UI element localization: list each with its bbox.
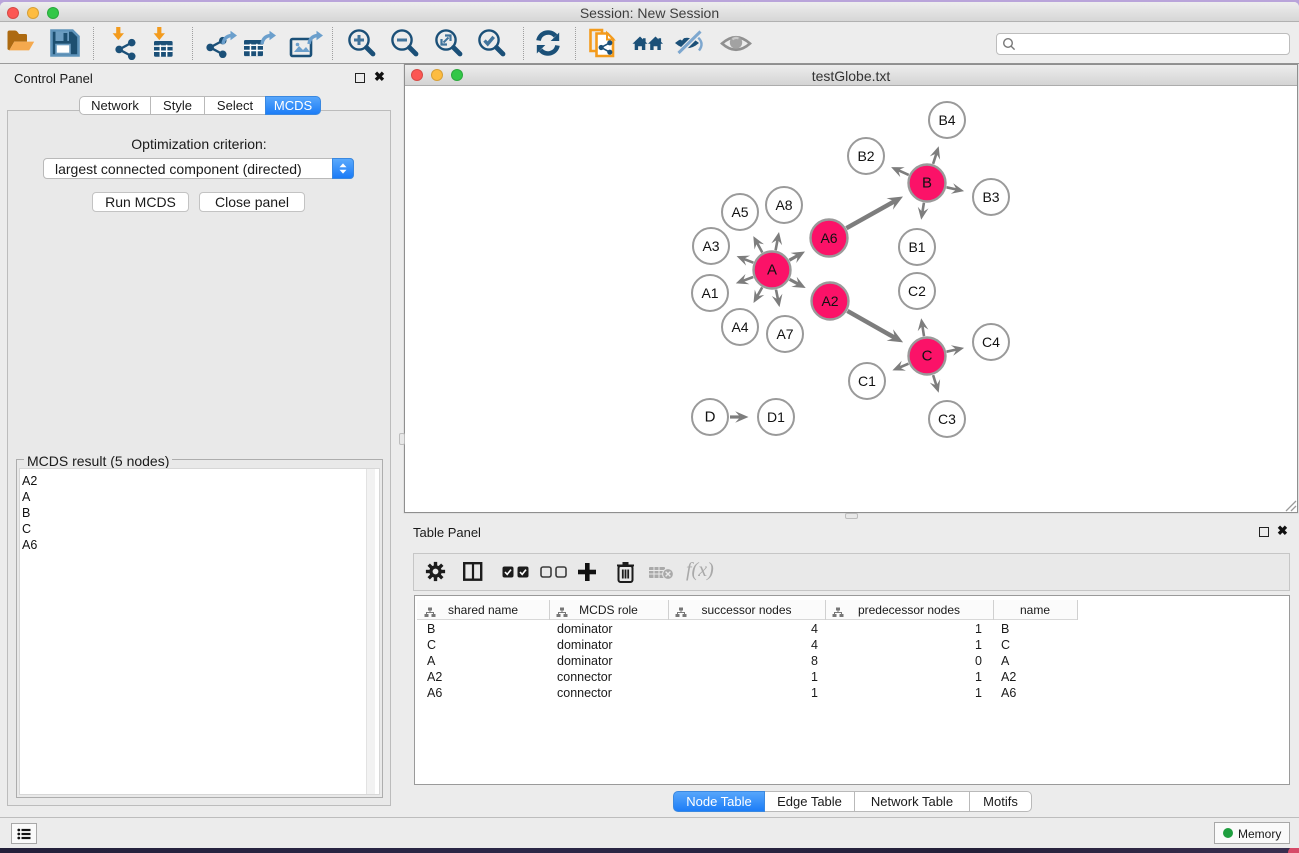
svg-text:A2: A2 <box>821 293 838 309</box>
svg-text:C3: C3 <box>938 411 956 427</box>
svg-text:B: B <box>922 175 932 192</box>
svg-text:C4: C4 <box>982 334 1000 350</box>
svg-text:A3: A3 <box>702 238 719 254</box>
svg-text:C1: C1 <box>858 373 876 389</box>
svg-text:A8: A8 <box>775 197 792 213</box>
svg-text:B1: B1 <box>908 239 925 255</box>
svg-text:A4: A4 <box>731 319 748 335</box>
svg-text:A: A <box>767 262 777 279</box>
svg-text:C2: C2 <box>908 283 926 299</box>
svg-text:B3: B3 <box>982 189 999 205</box>
svg-text:C: C <box>922 348 933 365</box>
svg-text:B4: B4 <box>938 112 955 128</box>
svg-text:A5: A5 <box>731 204 748 220</box>
svg-text:A1: A1 <box>701 285 718 301</box>
svg-text:B2: B2 <box>857 148 874 164</box>
svg-text:D: D <box>705 409 716 426</box>
svg-text:A7: A7 <box>776 326 793 342</box>
svg-text:A6: A6 <box>820 230 837 246</box>
svg-text:D1: D1 <box>767 409 785 425</box>
